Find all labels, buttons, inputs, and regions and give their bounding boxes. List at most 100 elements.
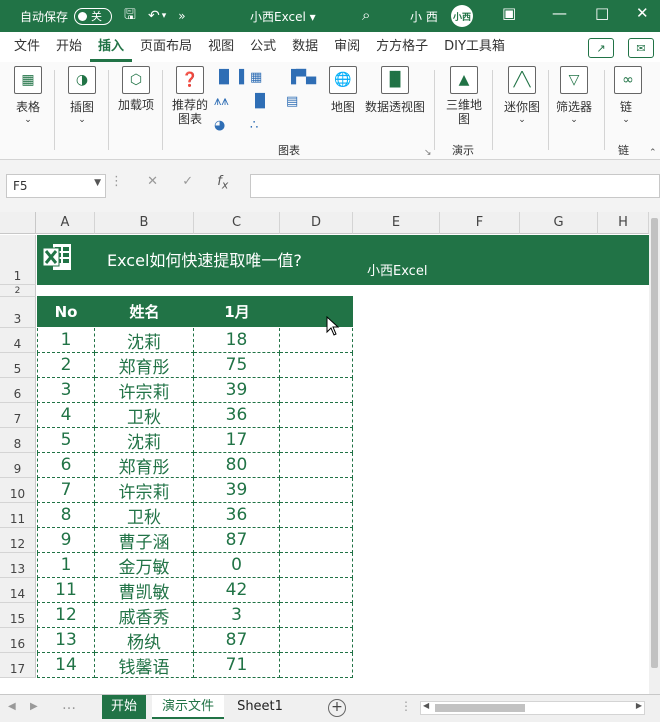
statistic-chart-icon[interactable]: ▐▌	[250, 94, 270, 109]
sheet-menu-icon[interactable]: …	[62, 697, 76, 713]
insert-function-icon[interactable]: fx	[217, 174, 228, 192]
cell-no[interactable]: 6	[37, 453, 95, 478]
vertical-scrollbar[interactable]	[649, 212, 660, 694]
waterfall-chart-icon[interactable]: ▐▀▄	[286, 70, 316, 85]
row-header[interactable]: 15	[0, 603, 36, 628]
cell-jan[interactable]: 0	[194, 553, 280, 578]
row-header[interactable]: 3	[0, 297, 36, 328]
cell-blank[interactable]	[280, 478, 353, 503]
cell-jan[interactable]: 36	[194, 403, 280, 428]
cell-blank[interactable]	[280, 503, 353, 528]
illustrations-button[interactable]: ◑ 插图 ⌄	[64, 66, 100, 125]
minimize-icon[interactable]: —	[552, 4, 567, 22]
scroll-left-icon[interactable]: ◀	[423, 701, 429, 710]
tab-diy-toolbox[interactable]: DIY工具箱	[436, 32, 513, 62]
row-header[interactable]: 10	[0, 478, 36, 503]
row-header[interactable]: 12	[0, 528, 36, 553]
scatter-chart-icon[interactable]: ∴	[250, 118, 258, 133]
table-button[interactable]: ▦ 表格 ⌄	[10, 66, 46, 125]
column-header-g[interactable]: G	[520, 212, 598, 234]
cell-no[interactable]: 3	[37, 378, 95, 403]
cell-jan[interactable]: 87	[194, 528, 280, 553]
save-icon[interactable]: 🖫	[124, 4, 136, 28]
cell-blank[interactable]	[280, 428, 353, 453]
row-header[interactable]: 1	[0, 235, 36, 285]
cell-name[interactable]: 郑育彤	[95, 453, 194, 478]
hierarchy-chart-icon[interactable]: ▦	[250, 70, 262, 85]
column-header-d[interactable]: D	[280, 212, 353, 234]
enter-icon[interactable]: ✓	[182, 174, 193, 189]
cell-jan[interactable]: 80	[194, 453, 280, 478]
next-sheet-icon[interactable]: ▶	[30, 701, 38, 712]
select-all-corner[interactable]	[0, 212, 36, 234]
cell-blank[interactable]	[280, 328, 353, 353]
row-header[interactable]: 6	[0, 378, 36, 403]
row-header[interactable]: 11	[0, 503, 36, 528]
cell-name[interactable]: 卫秋	[95, 403, 194, 428]
cell-no[interactable]: 14	[37, 653, 95, 678]
cell-no[interactable]: 5	[37, 428, 95, 453]
row-header[interactable]: 16	[0, 628, 36, 653]
cell-name[interactable]: 金万敏	[95, 553, 194, 578]
document-title[interactable]: 小西Excel ▾	[250, 8, 316, 25]
sheet-tab-start[interactable]: 开始	[102, 695, 146, 719]
table-header-name[interactable]: 姓名	[95, 296, 194, 327]
tab-page-layout[interactable]: 页面布局	[132, 32, 200, 62]
sheet-tab-demo[interactable]: 演示文件	[152, 695, 224, 719]
scrollbar-thumb[interactable]	[651, 218, 658, 668]
recommended-charts-button[interactable]: ❓ 推荐的图表	[170, 66, 210, 126]
cell-no[interactable]: 11	[37, 578, 95, 603]
cell-name[interactable]: 沈莉	[95, 328, 194, 353]
add-sheet-icon[interactable]: +	[328, 699, 346, 717]
cell-blank[interactable]	[280, 528, 353, 553]
row-header[interactable]: 5	[0, 353, 36, 378]
cell-jan[interactable]: 71	[194, 653, 280, 678]
column-header-e[interactable]: E	[353, 212, 440, 234]
undo-dropdown-icon[interactable]: ▾	[162, 11, 167, 21]
cell-jan[interactable]: 18	[194, 328, 280, 353]
combo-chart-icon[interactable]: ▤	[286, 94, 298, 109]
column-header-b[interactable]: B	[95, 212, 194, 234]
tab-view[interactable]: 视图	[200, 32, 242, 62]
table-header-jan[interactable]: 1月	[194, 296, 280, 327]
cell-no[interactable]: 13	[37, 628, 95, 653]
cell-name[interactable]: 钱馨语	[95, 653, 194, 678]
addins-button[interactable]: ⬡ 加载项	[116, 66, 156, 112]
cell-name[interactable]: 曹凯敏	[95, 578, 194, 603]
cell-no[interactable]: 12	[37, 603, 95, 628]
filters-button[interactable]: ▽ 筛选器 ⌄	[554, 66, 594, 125]
scroll-right-icon[interactable]: ▶	[636, 701, 642, 710]
cell-blank[interactable]	[280, 378, 353, 403]
cell-name[interactable]: 许宗莉	[95, 378, 194, 403]
cell-name[interactable]: 卫秋	[95, 503, 194, 528]
cell-blank[interactable]	[280, 453, 353, 478]
links-button[interactable]: ∞ 链 ⌄	[614, 66, 642, 125]
pivot-chart-button[interactable]: ▐▌ 数据透视图	[364, 66, 426, 115]
more-commands-icon[interactable]: »	[178, 9, 185, 23]
cancel-icon[interactable]: ✕	[147, 174, 158, 189]
3d-map-button[interactable]: ▲ 三维地图	[444, 66, 484, 126]
sparklines-button[interactable]: ╱╲ 迷你图 ⌄	[500, 66, 544, 125]
row-header[interactable]: 17	[0, 653, 36, 678]
table-header-blank[interactable]	[280, 296, 353, 327]
chevron-down-icon[interactable]: ▼	[94, 178, 101, 188]
cell-blank[interactable]	[280, 653, 353, 678]
column-header-h[interactable]: H	[598, 212, 649, 234]
ribbon-display-icon[interactable]: ▣	[502, 4, 516, 22]
horizontal-scrollbar[interactable]: ◀ ▶	[420, 701, 645, 715]
cell-name[interactable]: 许宗莉	[95, 478, 194, 503]
share-icon[interactable]: ↗	[588, 38, 614, 58]
pie-chart-icon[interactable]: ◕	[214, 118, 225, 133]
scrollbar-thumb[interactable]	[435, 704, 525, 712]
sheet-tab-sheet1[interactable]: Sheet1	[230, 695, 290, 719]
cell-blank[interactable]	[280, 353, 353, 378]
cell-name[interactable]: 沈莉	[95, 428, 194, 453]
cell-name[interactable]: 戚香秀	[95, 603, 194, 628]
avatar[interactable]: 小西	[451, 5, 473, 27]
cell-jan[interactable]: 42	[194, 578, 280, 603]
row-header[interactable]: 8	[0, 428, 36, 453]
row-header[interactable]: 4	[0, 328, 36, 353]
row-header[interactable]: 13	[0, 553, 36, 578]
cell-no[interactable]: 2	[37, 353, 95, 378]
tab-data[interactable]: 数据	[284, 32, 326, 62]
